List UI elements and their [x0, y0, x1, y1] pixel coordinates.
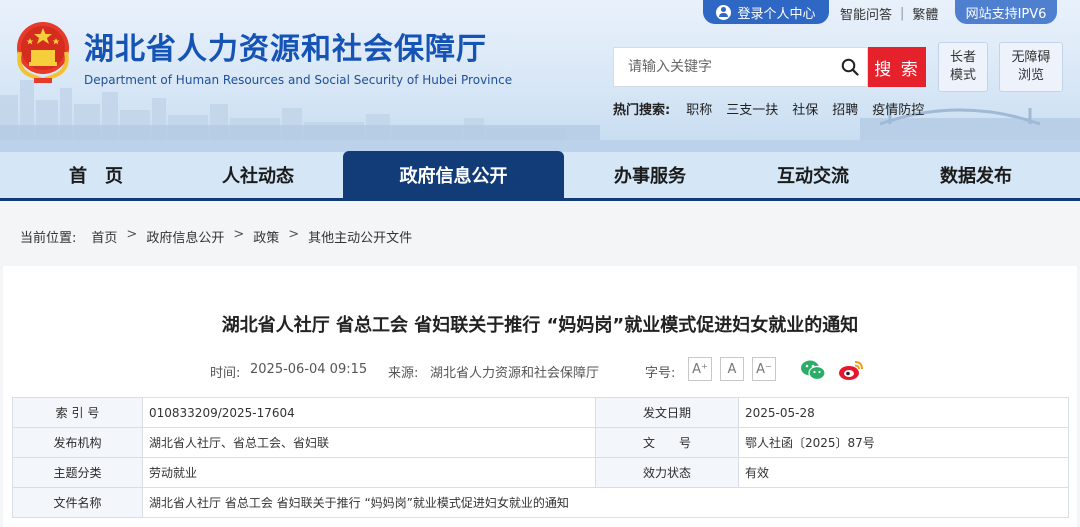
breadcrumb-separator: >	[126, 227, 138, 242]
breadcrumb-item-policy[interactable]: 政策	[253, 227, 279, 246]
user-icon	[716, 4, 732, 20]
wechat-icon[interactable]	[800, 358, 826, 382]
table-row: 索 引 号 010833209/2025-17604 发文日期 2025-05-…	[12, 397, 1069, 428]
smart-qa-link[interactable]: 智能问答	[840, 4, 892, 23]
article-title: 湖北省人社厅 省总工会 省妇联关于推行 “妈妈岗”就业模式促进妇女就业的通知	[221, 315, 859, 336]
search-box	[613, 47, 868, 87]
font-size-label: 字号:	[645, 366, 676, 381]
topic-category-value: 劳动就业	[142, 457, 596, 488]
publisher-value: 湖北省人社厅、省总工会、省妇联	[142, 427, 596, 458]
breadcrumb-item-gov-info[interactable]: 政府信息公开	[146, 227, 224, 246]
hot-search-item[interactable]: 社保	[792, 99, 818, 118]
publish-time: 2025-06-04 09:15	[250, 362, 368, 377]
table-row: 文件名称 湖北省人社厅 省总工会 省妇联关于推行 “妈妈岗”就业模式促进妇女就业…	[12, 487, 1069, 518]
site-subtitle: Department of Human Resources and Social…	[84, 73, 513, 87]
breadcrumb-separator: >	[288, 227, 300, 242]
search-input[interactable]	[614, 48, 834, 86]
time-label: 时间:	[210, 366, 241, 381]
nav-item-gov-info-disclosure[interactable]: 政府信息公开	[343, 151, 564, 198]
table-row: 主题分类 劳动就业 效力状态 有效	[12, 457, 1069, 488]
validity-status-value: 有效	[738, 457, 1069, 488]
nav-bottom-bar	[0, 198, 1080, 201]
issue-date-label: 发文日期	[595, 397, 739, 428]
source-value: 湖北省人力资源和社会保障厅	[430, 366, 600, 381]
traditional-chinese-link[interactable]: 繁體	[912, 4, 938, 23]
nav-item-interaction[interactable]: 互动交流	[727, 152, 899, 198]
login-label: 登录个人中心	[737, 6, 816, 22]
ipv6-badge: 网站支持IPV6	[955, 0, 1057, 24]
topic-category-label: 主题分类	[12, 457, 143, 488]
weibo-icon[interactable]	[838, 358, 864, 382]
accessibility-button[interactable]: 无障碍 浏览	[999, 42, 1063, 92]
issue-date-value: 2025-05-28	[738, 397, 1069, 428]
nav-item-services[interactable]: 办事服务	[564, 152, 736, 198]
hot-search-label: 热门搜索:	[613, 103, 671, 118]
breadcrumb-item-other-docs[interactable]: 其他主动公开文件	[308, 227, 412, 246]
hot-search-item[interactable]: 三支一扶	[726, 99, 778, 118]
font-increase-button[interactable]: A⁺	[688, 357, 712, 381]
file-name-label: 文件名称	[12, 487, 143, 518]
main-nav: 首 页 人社动态 政府信息公开 办事服务 互动交流 数据发布	[0, 151, 1080, 198]
top-link-divider: |	[900, 6, 905, 21]
file-name-value: 湖北省人社厅 省总工会 省妇联关于推行 “妈妈岗”就业模式促进妇女就业的通知	[142, 487, 1069, 518]
document-number-value: 鄂人社函〔2025〕87号	[738, 427, 1069, 458]
search-button[interactable]: 搜 索	[868, 47, 926, 87]
document-number-label: 文 号	[595, 427, 739, 458]
document-info-table: 索 引 号 010833209/2025-17604 发文日期 2025-05-…	[12, 397, 1069, 518]
index-number-label: 索 引 号	[12, 397, 143, 428]
elder-mode-button[interactable]: 长者 模式	[938, 42, 988, 92]
source-label: 来源:	[388, 366, 419, 381]
login-personal-center-button[interactable]: 登录个人中心	[703, 0, 829, 24]
breadcrumb-separator: >	[233, 227, 245, 242]
breadcrumb-label: 当前位置:	[20, 231, 77, 246]
validity-status-label: 效力状态	[595, 457, 739, 488]
site-header: 湖北省人力资源和社会保障厅 Department of Human Resour…	[0, 0, 1080, 152]
breadcrumb-item-home[interactable]: 首页	[91, 227, 117, 246]
top-links: 智能问答 | 繁體	[840, 4, 938, 23]
breadcrumb: 当前位置: 首页 > 政府信息公开 > 政策 > 其他主动公开文件	[20, 227, 412, 246]
font-default-button[interactable]: A	[720, 357, 744, 381]
publisher-label: 发布机构	[12, 427, 143, 458]
hot-search: 热门搜索: 职称 三支一扶 社保 招聘 疫情防控	[613, 99, 924, 118]
nav-item-data-release[interactable]: 数据发布	[890, 152, 1062, 198]
hot-search-item[interactable]: 职称	[686, 99, 712, 118]
search-icon[interactable]	[841, 58, 859, 76]
site-title: 湖北省人力资源和社会保障厅	[84, 32, 487, 67]
table-row: 发布机构 湖北省人社厅、省总工会、省妇联 文 号 鄂人社函〔2025〕87号	[12, 427, 1069, 458]
hot-search-item[interactable]: 疫情防控	[872, 99, 924, 118]
font-decrease-button[interactable]: A⁻	[752, 357, 776, 381]
nav-item-hr-news[interactable]: 人社动态	[172, 152, 344, 198]
national-emblem-logo	[17, 22, 69, 83]
index-number-value: 010833209/2025-17604	[142, 397, 596, 428]
hot-search-item[interactable]: 招聘	[832, 99, 858, 118]
nav-item-home[interactable]: 首 页	[10, 152, 182, 198]
